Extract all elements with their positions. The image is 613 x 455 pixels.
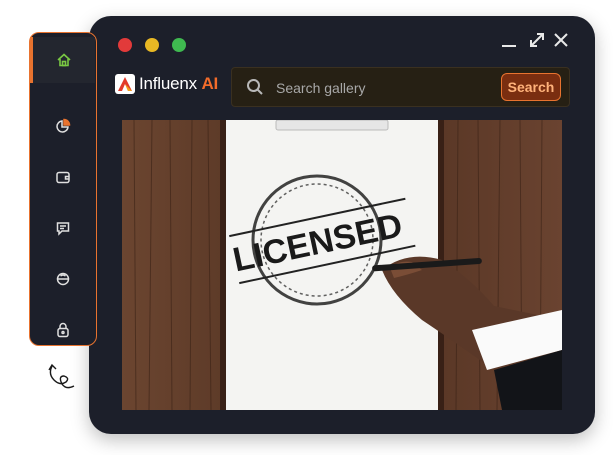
support-icon [56,272,69,286]
close-dot-button[interactable] [118,38,132,52]
home-icon [57,53,71,67]
sidebar-item-home[interactable] [30,37,95,83]
hero-image: LICENSED [122,120,562,410]
search-icon [246,78,264,96]
search-bar: Search [231,67,570,107]
sidebar-item-messages[interactable] [30,205,95,251]
lock-icon [56,322,69,338]
sidebar-item-security[interactable] [30,307,95,353]
app-window: Influenx AI Search gallery Search LICENS… [89,16,595,434]
minimize-icon[interactable] [499,30,519,50]
logo-icon [115,74,135,94]
sidebar-item-wallet[interactable] [30,154,95,200]
sidebar-item-support[interactable] [30,256,95,302]
close-icon[interactable] [551,30,571,50]
brand-logo[interactable]: Influenx AI [115,74,218,94]
brand-name: Influenx AI [139,74,219,93]
search-input[interactable] [274,76,498,100]
maximize-dot-button[interactable] [172,38,186,52]
search-button[interactable]: Search [501,73,561,101]
pie-chart-icon [55,118,70,133]
minimize-dot-button[interactable] [145,38,159,52]
wallet-icon [55,171,70,184]
expand-icon[interactable] [527,30,547,50]
sidebar [29,32,97,346]
squiggle-arrow-icon [48,363,75,389]
sidebar-item-analytics[interactable] [30,103,95,149]
chat-icon [56,222,69,236]
